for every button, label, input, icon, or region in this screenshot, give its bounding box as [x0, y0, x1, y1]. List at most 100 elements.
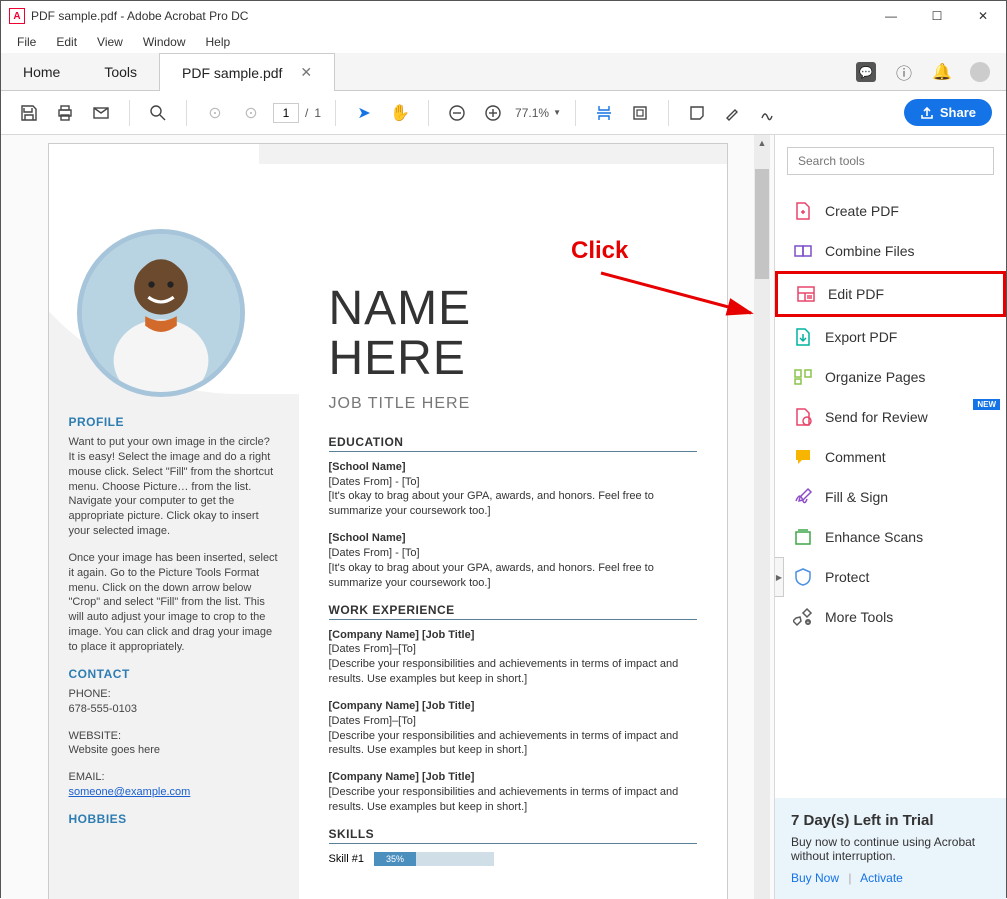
workspace: Click PROFILE Want to put your own image…: [1, 135, 1006, 899]
tab-tools[interactable]: Tools: [82, 54, 159, 90]
tab-home[interactable]: Home: [1, 54, 82, 90]
tools-list: ▶ Create PDFCombine FilesEdit PDFExport …: [775, 187, 1006, 798]
share-icon: [920, 106, 934, 120]
send-for-review-icon: [793, 407, 813, 427]
work-entry: [Company Name] [Job Title][Dates From]–[…: [329, 699, 697, 758]
menu-file[interactable]: File: [7, 33, 46, 51]
comment-icon: [793, 447, 813, 467]
page-total: 1: [314, 106, 321, 120]
highlight-icon[interactable]: [719, 99, 747, 127]
tool-item-fill-sign[interactable]: Fill & Sign: [775, 477, 1006, 517]
scroll-thumb[interactable]: [755, 169, 769, 279]
zoom-out-icon[interactable]: [443, 99, 471, 127]
name-line2: HERE: [329, 334, 697, 384]
phone-value: 678-555-0103: [69, 703, 138, 715]
chat-icon[interactable]: 💬: [856, 62, 876, 82]
fit-page-icon[interactable]: [626, 99, 654, 127]
hand-icon[interactable]: ✋: [386, 99, 414, 127]
tool-item-label: Edit PDF: [828, 286, 884, 302]
magnify-icon[interactable]: [144, 99, 172, 127]
share-button[interactable]: Share: [904, 99, 992, 126]
tool-item-protect[interactable]: Protect: [775, 557, 1006, 597]
tool-item-export-pdf[interactable]: Export PDF: [775, 317, 1006, 357]
profile-text-1: Want to put your own image in the circle…: [69, 435, 279, 539]
tab-document[interactable]: PDF sample.pdf ✕: [159, 53, 335, 91]
sticky-note-icon[interactable]: [683, 99, 711, 127]
education-entry: [School Name][Dates From] - [To][It's ok…: [329, 460, 697, 519]
combine-files-icon: [793, 241, 813, 261]
pdf-page[interactable]: PROFILE Want to put your own image in th…: [48, 143, 728, 899]
fit-width-icon[interactable]: [590, 99, 618, 127]
tool-item-more-tools[interactable]: +More Tools: [775, 597, 1006, 637]
trial-box: 7 Day(s) Left in Trial Buy now to contin…: [775, 798, 1006, 899]
page-up-icon[interactable]: ⊙: [201, 99, 229, 127]
tab-close-icon[interactable]: ✕: [300, 64, 312, 81]
tool-item-label: Comment: [825, 449, 886, 465]
skills-heading: SKILLS: [329, 827, 697, 844]
page-down-icon[interactable]: ⊙: [237, 99, 265, 127]
tool-item-organize-pages[interactable]: Organize Pages: [775, 357, 1006, 397]
menu-view[interactable]: View: [87, 33, 133, 51]
print-icon[interactable]: [51, 99, 79, 127]
scroll-up-icon[interactable]: ▲: [754, 135, 770, 151]
activate-link[interactable]: Activate: [860, 871, 903, 885]
share-label: Share: [940, 105, 976, 120]
tool-item-label: Fill & Sign: [825, 489, 888, 505]
fill-sign-icon: [793, 487, 813, 507]
profile-text-2: Once your image has been inserted, selec…: [69, 551, 279, 655]
work-heading: WORK EXPERIENCE: [329, 603, 697, 620]
account-icon[interactable]: [970, 62, 990, 82]
menu-help[interactable]: Help: [196, 33, 241, 51]
resume-left-column: PROFILE Want to put your own image in th…: [49, 144, 299, 899]
vertical-scrollbar[interactable]: ▲: [754, 135, 770, 899]
email-link[interactable]: someone@example.com: [69, 786, 191, 798]
help-icon[interactable]: ⓘ: [894, 62, 914, 82]
window-controls: — ☐ ✕: [868, 1, 1006, 31]
minimize-button[interactable]: —: [868, 1, 914, 31]
job-title: JOB TITLE HERE: [329, 395, 697, 413]
tool-item-enhance-scans[interactable]: Enhance Scans: [775, 517, 1006, 557]
search-tools-input[interactable]: [787, 147, 994, 175]
tool-item-send-for-review[interactable]: Send for Review NEW: [775, 397, 1006, 437]
tool-item-comment[interactable]: Comment: [775, 437, 1006, 477]
tool-item-label: Send for Review: [825, 409, 928, 425]
tools-panel: ▶ Create PDFCombine FilesEdit PDFExport …: [774, 135, 1006, 899]
tool-item-combine-files[interactable]: Combine Files: [775, 231, 1006, 271]
website-value: Website goes here: [69, 744, 161, 756]
pointer-icon[interactable]: ➤: [350, 99, 378, 127]
zoom-dropdown[interactable]: 77.1% ▼: [515, 106, 561, 120]
bell-icon[interactable]: 🔔: [932, 62, 952, 82]
maximize-button[interactable]: ☐: [914, 1, 960, 31]
phone-label: PHONE:: [69, 688, 111, 700]
menu-window[interactable]: Window: [133, 33, 196, 51]
menubar: File Edit View Window Help: [1, 31, 1006, 53]
organize-pages-icon: [793, 367, 813, 387]
save-icon[interactable]: [15, 99, 43, 127]
tool-item-create-pdf[interactable]: Create PDF: [775, 191, 1006, 231]
tool-item-edit-pdf[interactable]: Edit PDF: [775, 271, 1006, 317]
edit-pdf-icon: [796, 284, 816, 304]
resume-right-column: NAME HERE JOB TITLE HERE EDUCATION [Scho…: [299, 144, 727, 899]
contact-heading: CONTACT: [69, 667, 279, 681]
website-label: WEBSITE:: [69, 730, 122, 742]
new-badge: NEW: [973, 399, 1000, 410]
skill-label: Skill #1: [329, 853, 364, 865]
buy-now-link[interactable]: Buy Now: [791, 871, 839, 885]
page-indicator: / 1: [273, 103, 321, 123]
mail-icon[interactable]: [87, 99, 115, 127]
window-title: PDF sample.pdf - Adobe Acrobat Pro DC: [31, 9, 248, 23]
app-icon: A: [9, 8, 25, 24]
toolbar: ⊙ ⊙ / 1 ➤ ✋ 77.1% ▼ Share: [1, 91, 1006, 135]
zoom-in-icon[interactable]: [479, 99, 507, 127]
menu-edit[interactable]: Edit: [46, 33, 87, 51]
work-entry: [Company Name] [Job Title][Dates From]–[…: [329, 628, 697, 687]
skill-row: Skill #1 35%: [329, 852, 697, 866]
tool-item-label: Enhance Scans: [825, 529, 923, 545]
close-button[interactable]: ✕: [960, 1, 1006, 31]
email-label: EMAIL:: [69, 771, 105, 783]
tool-item-label: Export PDF: [825, 329, 897, 345]
sign-icon[interactable]: [755, 99, 783, 127]
more-tools-icon: +: [793, 607, 813, 627]
page-current-input[interactable]: [273, 103, 299, 123]
education-heading: EDUCATION: [329, 435, 697, 452]
